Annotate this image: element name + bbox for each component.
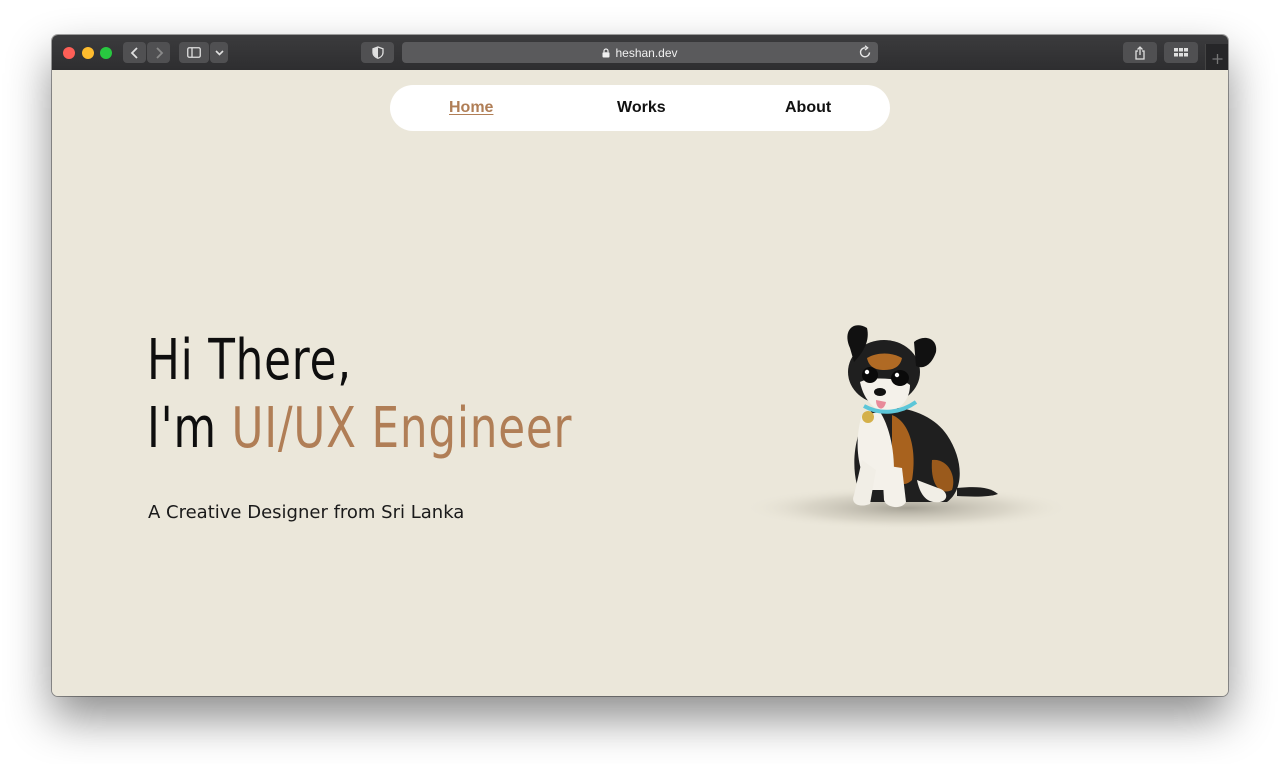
hero-greeting: Hi There, [147,328,352,393]
puppy-illustration [742,325,1072,530]
zoom-icon[interactable] [100,47,112,59]
sidebar-icon [187,47,201,58]
minimize-icon[interactable] [82,47,94,59]
privacy-button[interactable] [361,42,394,63]
hero-role: I'm UI/UX Engineer [147,396,572,462]
lock-icon [602,47,610,57]
forward-icon [155,46,163,59]
nav-home-link[interactable]: Home [449,85,493,131]
hero-role-accent: UI/UX Engineer [231,396,573,461]
browser-toolbar: heshan.dev [52,35,1228,71]
chevron-down-icon [214,49,224,56]
new-tab-button[interactable] [1205,44,1228,71]
share-icon [1135,45,1145,60]
sidebar-button[interactable] [179,42,209,63]
url-text: heshan.dev [615,45,678,60]
back-button[interactable] [123,42,146,63]
browser-window: heshan.dev Home Works About Hi There, I'… [52,35,1228,696]
hero-subtitle: A Creative Designer from Sri Lanka [148,502,465,523]
tab-overview-button[interactable] [1164,42,1198,63]
privacy-shield-icon [371,46,384,59]
nav-about-link[interactable]: About [785,85,831,131]
forward-button[interactable] [147,42,170,63]
reload-icon[interactable] [859,45,872,59]
address-bar[interactable]: heshan.dev [402,42,878,63]
back-icon [130,46,138,59]
sidebar-menu-button[interactable] [210,42,228,63]
close-icon[interactable] [63,47,75,59]
nav-works-link[interactable]: Works [617,85,666,131]
page-content: Home Works About Hi There, I'm UI/UX Eng… [52,70,1228,696]
new-tab-icon [1212,54,1223,64]
hero-role-prefix: I'm [147,396,217,461]
share-button[interactable] [1123,42,1157,63]
tab-overview-icon [1174,48,1188,57]
main-nav: Home Works About [390,85,890,131]
